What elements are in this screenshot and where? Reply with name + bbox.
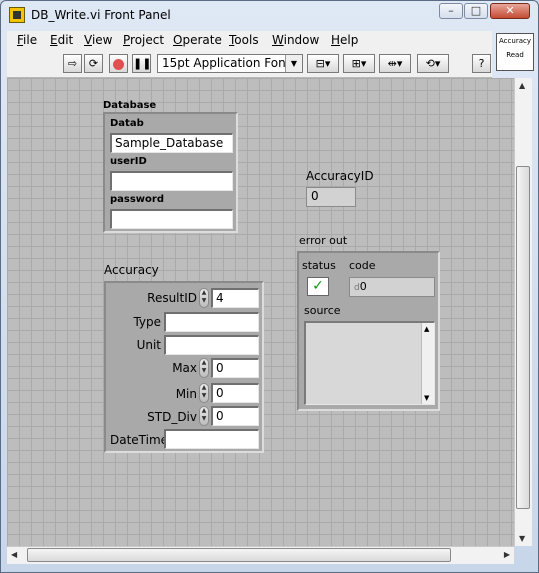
scroll-right-icon[interactable]: ▶ [504, 550, 510, 559]
accuracy-cluster-label: Accuracy [104, 263, 159, 277]
stop-dot [113, 58, 124, 70]
database-cluster-label: Database [103, 100, 157, 111]
scroll-up-icon[interactable]: ▲ [519, 81, 525, 90]
toolbar: ⇨ ⟳ ❚❚ 15pt Application Font ▼ ⊟▾ ⊞▾ ⇹▾ … [7, 51, 492, 78]
accuracy-cluster: ResultID ▲ ▼ 4 Type Unit Max ▲ ▼ 0 Min ▲ ▼ … [104, 281, 264, 453]
menu-project[interactable]: Project [123, 33, 164, 47]
database-name-field[interactable]: Sample_Database [110, 133, 233, 153]
connector-pane-line1: Accuracy [499, 37, 531, 45]
horizontal-scroll-thumb[interactable] [27, 548, 451, 562]
std-div-label: STD_Div [147, 410, 197, 424]
font-select[interactable]: 15pt Application Font ▼ [157, 54, 303, 73]
vertical-scrollbar[interactable]: ▲ ▼ [514, 78, 532, 546]
status-check-icon: ✓ [307, 277, 329, 296]
menu-file-rest: ile [23, 33, 38, 47]
std-div-stepper-icon[interactable]: ▲ ▼ [199, 406, 209, 426]
menu-file[interactable]: File [17, 33, 37, 47]
min-label: Min [175, 387, 197, 401]
code-value: 0 [359, 280, 367, 293]
accuracyid-label: AccuracyID [306, 169, 374, 183]
max-field[interactable]: 0 [211, 358, 259, 378]
max-label: Max [172, 361, 197, 375]
context-help-button[interactable]: ? [472, 54, 491, 73]
pause-icon[interactable]: ❚❚ [132, 54, 151, 73]
align-objects-icon[interactable]: ⊟▾ [307, 54, 339, 73]
menu-bar: File Edit View Project Operate Tools Win… [7, 31, 492, 51]
error-out-label: error out [299, 234, 348, 247]
close-button[interactable]: ✕ [490, 3, 530, 19]
resultid-stepper-icon[interactable]: ▲ ▼ [199, 288, 209, 308]
password-label: password [110, 194, 165, 205]
code-label: code [349, 259, 376, 272]
max-stepper-icon[interactable]: ▲ ▼ [199, 358, 209, 378]
std-div-field[interactable]: 0 [211, 406, 259, 426]
labview-icon [9, 7, 25, 23]
window-title: DB_Write.vi Front Panel [31, 8, 171, 22]
maximize-button[interactable]: □ [464, 3, 488, 19]
password-field[interactable] [110, 209, 233, 229]
source-indicator: ▲ ▼ [304, 321, 435, 405]
menu-operate-rest: perate [182, 33, 222, 47]
userid-label: userID [110, 156, 147, 167]
front-panel-canvas: Database Datab Sample_Database userID pa… [7, 78, 514, 546]
error-out-cluster: status ✓ code d0 source ▲ ▼ [297, 251, 440, 411]
status-label: status [302, 259, 336, 272]
connector-pane-line2: Read [506, 51, 524, 59]
menu-help[interactable]: Help [331, 33, 358, 47]
type-field[interactable] [164, 312, 259, 332]
menu-tools[interactable]: Tools [229, 33, 259, 47]
menu-edit[interactable]: Edit [50, 33, 73, 47]
minimize-button[interactable]: – [439, 3, 463, 19]
resultid-label: ResultID [147, 291, 197, 305]
code-indicator: d0 [349, 277, 435, 297]
menu-window[interactable]: Window [272, 33, 319, 47]
title-bar: DB_Write.vi Front Panel – □ ✕ [1, 1, 538, 29]
unit-label: Unit [136, 338, 161, 352]
source-label: source [304, 304, 341, 317]
menu-view[interactable]: View [84, 33, 112, 47]
datab-label: Datab [110, 118, 144, 129]
min-field[interactable]: 0 [211, 383, 259, 403]
font-select-value: 15pt Application Font [162, 56, 291, 70]
run-arrow-icon[interactable]: ⇨ [63, 54, 82, 73]
userid-field[interactable] [110, 171, 233, 191]
accuracyid-indicator: 0 [306, 187, 356, 207]
resize-objects-icon[interactable]: ⇹▾ [379, 54, 411, 73]
menu-project-rest: roject [130, 33, 165, 47]
menu-operate[interactable]: Operate [173, 33, 222, 47]
menu-help-rest: elp [340, 33, 359, 47]
reorder-icon[interactable]: ⟲▾ [417, 54, 449, 73]
unit-field[interactable] [164, 335, 259, 355]
menu-view-rest: iew [91, 33, 113, 47]
type-label: Type [133, 315, 161, 329]
source-scrollbar[interactable]: ▲ ▼ [421, 323, 434, 404]
menu-tools-rest: ools [234, 33, 259, 47]
connector-pane-icon[interactable]: Accuracy Read [496, 33, 534, 71]
vertical-scroll-thumb[interactable] [516, 166, 530, 509]
distribute-objects-icon[interactable]: ⊞▾ [343, 54, 375, 73]
abort-execution-icon[interactable] [109, 54, 128, 73]
menu-window-rest: indow [283, 33, 320, 47]
datetime-label: DateTime [110, 433, 169, 447]
resultid-field[interactable]: 4 [211, 288, 259, 308]
menu-edit-rest: dit [57, 33, 74, 47]
datetime-field[interactable] [164, 429, 259, 449]
scroll-down-icon[interactable]: ▼ [519, 534, 525, 543]
front-panel-window: DB_Write.vi Front Panel – □ ✕ File Edit … [0, 0, 539, 573]
scroll-left-icon[interactable]: ◀ [11, 550, 17, 559]
database-cluster: Datab Sample_Database userID password [103, 112, 238, 233]
min-stepper-icon[interactable]: ▲ ▼ [199, 383, 209, 403]
scroll-up-icon[interactable]: ▲ [424, 325, 429, 333]
scroll-down-icon[interactable]: ▼ [424, 394, 429, 402]
horizontal-scrollbar[interactable]: ◀ ▶ [7, 546, 514, 564]
chevron-down-icon: ▼ [285, 55, 302, 72]
run-continuously-icon[interactable]: ⟳ [84, 54, 103, 73]
